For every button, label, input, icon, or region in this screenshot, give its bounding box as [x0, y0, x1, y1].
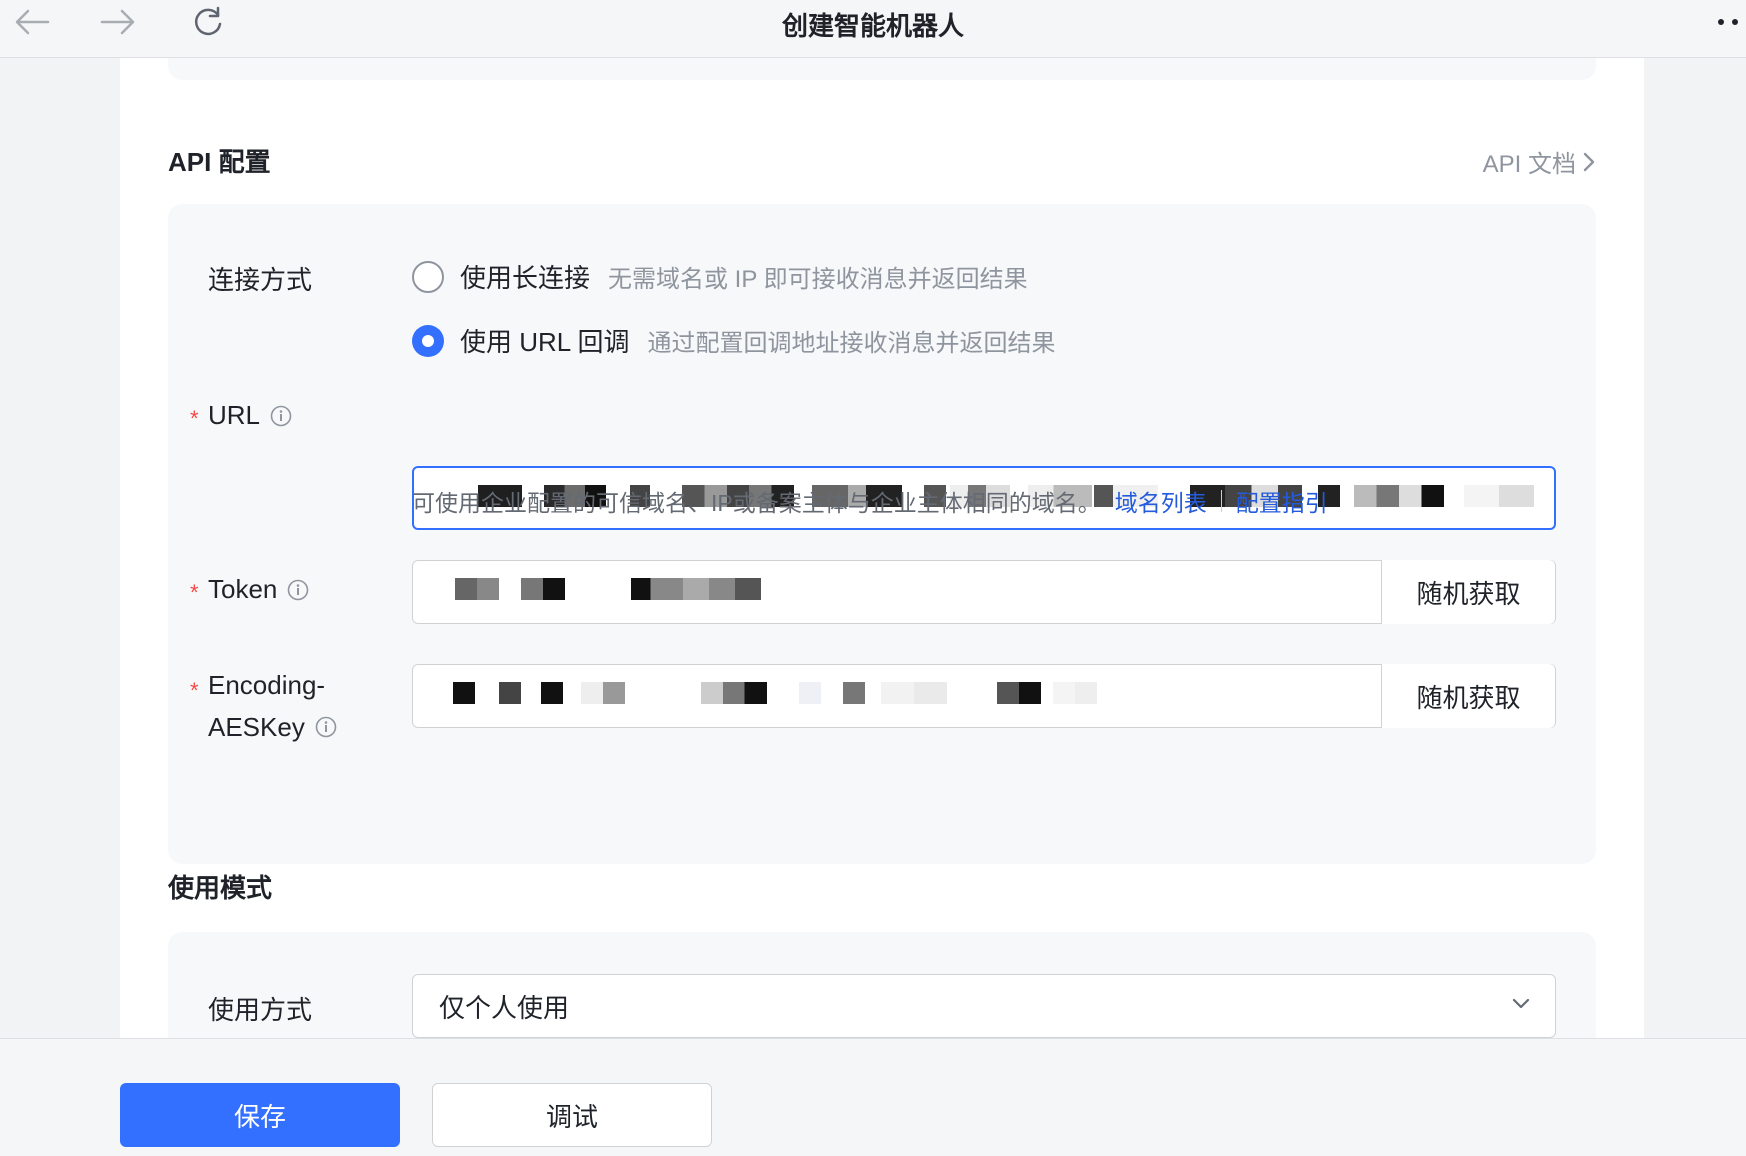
api-section-title: API 配置	[168, 147, 271, 177]
more-icon[interactable]	[1718, 4, 1746, 40]
api-doc-link-label: API 文档	[1482, 151, 1576, 178]
aes-key-label-line1: Encoding-	[208, 670, 326, 700]
aes-key-label: * Encoding- AESKey	[190, 664, 337, 748]
info-icon[interactable]	[315, 716, 337, 738]
previous-section-card	[168, 58, 1596, 80]
radio-long-connection[interactable]: 使用长连接 无需域名或 IP 即可接收消息并返回结果	[412, 258, 1028, 295]
link-divider	[1220, 490, 1222, 512]
info-icon[interactable]	[270, 405, 292, 427]
aes-key-input[interactable]: 随机获取	[412, 664, 1556, 728]
radio-url-callback[interactable]: 使用 URL 回调 通过配置回调地址接收消息并返回结果	[412, 322, 1056, 359]
url-hint-text: 可使用企业配置的可信域名、IP或备案主体与企业主体相同的域名。	[412, 490, 1101, 516]
save-button[interactable]: 保存	[120, 1083, 400, 1147]
aes-key-label-line2: AESKey	[208, 712, 305, 742]
radio-description: 通过配置回调地址接收消息并返回结果	[647, 330, 1056, 357]
info-icon[interactable]	[287, 579, 309, 601]
usage-mode-title: 使用模式	[168, 873, 273, 903]
token-input[interactable]: 随机获取	[412, 560, 1556, 624]
radio-button[interactable]	[412, 260, 444, 293]
config-guide-link[interactable]: 配置指引	[1236, 484, 1328, 518]
title-bar: 创建智能机器人	[0, 0, 1746, 58]
required-mark: *	[190, 406, 199, 431]
footer-bar: 保存 调试	[0, 1038, 1746, 1156]
radio-label: 使用 URL 回调	[460, 327, 630, 357]
random-aes-key-button[interactable]: 随机获取	[1381, 664, 1555, 728]
api-doc-link[interactable]: API 文档	[1483, 144, 1596, 179]
usage-select-value: 仅个人使用	[439, 992, 570, 1023]
radio-button-checked[interactable]	[412, 324, 444, 357]
chevron-right-icon	[1583, 152, 1595, 171]
url-label: * URL	[190, 400, 292, 431]
window-title: 创建智能机器人	[781, 11, 964, 41]
usage-label: 使用方式	[208, 995, 313, 1025]
random-token-button[interactable]: 随机获取	[1381, 560, 1555, 624]
debug-button[interactable]: 调试	[432, 1083, 712, 1147]
url-label-text: URL	[208, 400, 261, 430]
chevron-down-icon	[1512, 998, 1530, 1009]
connection-label: 连接方式	[208, 265, 313, 295]
required-mark: *	[190, 678, 199, 703]
api-config-card: 连接方式 使用长连接 无需域名或 IP 即可接收消息并返回结果 使用 URL 回…	[168, 204, 1596, 864]
form-panel: API 配置 API 文档 连接方式 使用长连接 无需域名或 IP 即可接收消息…	[120, 58, 1644, 1092]
url-hint: 可使用企业配置的可信域名、IP或备案主体与企业主体相同的域名。 域名列表 配置指…	[412, 484, 1328, 518]
token-label: * Token	[190, 574, 309, 605]
radio-description: 无需域名或 IP 即可接收消息并返回结果	[608, 266, 1028, 293]
domain-list-link[interactable]: 域名列表	[1115, 484, 1207, 518]
required-mark: *	[190, 580, 199, 605]
aes-key-label-row2: AESKey	[208, 706, 337, 748]
radio-label: 使用长连接	[460, 263, 591, 293]
usage-select[interactable]: 仅个人使用	[412, 974, 1556, 1038]
token-label-text: Token	[208, 574, 278, 604]
